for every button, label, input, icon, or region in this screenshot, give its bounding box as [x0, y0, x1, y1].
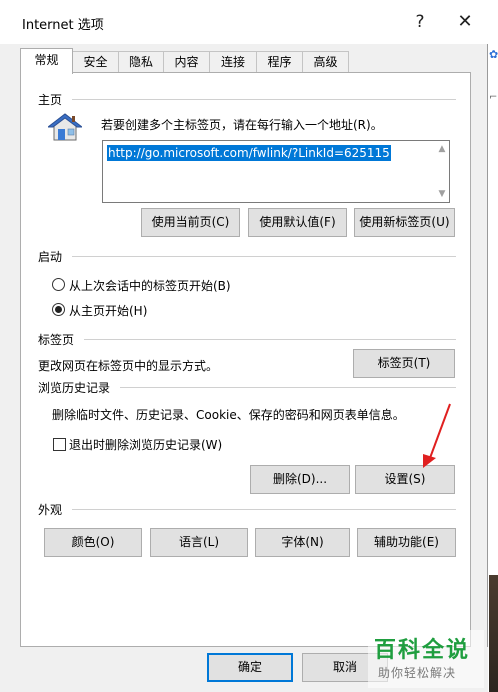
- watermark-sub-text: 助你轻松解决: [378, 666, 457, 680]
- annotation-arrow-icon: [423, 403, 451, 468]
- watermark-logo: 百科全说 助你轻松解决: [368, 630, 484, 688]
- watermark-main-text: 百科全说: [374, 638, 471, 663]
- tab-general[interactable]: 常规: [20, 48, 73, 74]
